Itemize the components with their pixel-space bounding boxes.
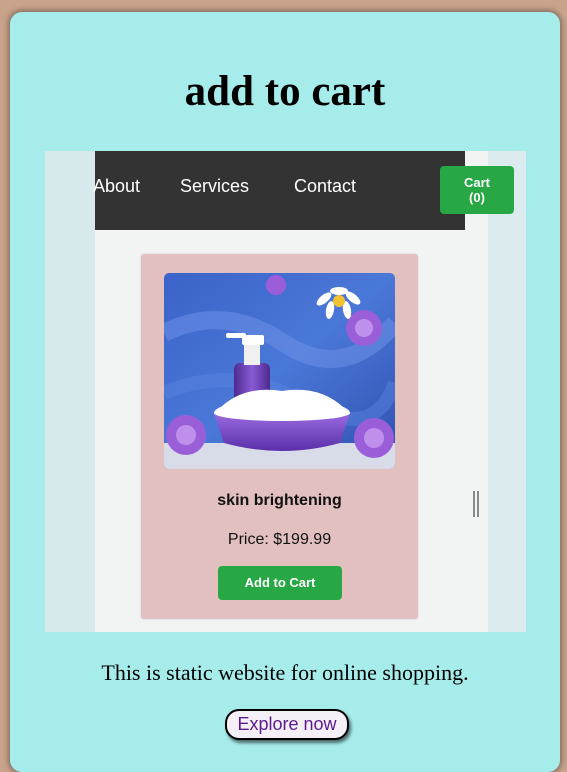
description-text: This is static website for online shoppi… xyxy=(101,660,469,685)
cream-jar-image xyxy=(164,273,395,469)
nav-link-contact[interactable]: Contact xyxy=(294,176,356,197)
main-card: add to cart About Services Contact Cart … xyxy=(10,12,560,772)
add-to-cart-button[interactable]: Add to Cart xyxy=(218,566,342,600)
explore-button[interactable]: Explore now xyxy=(225,709,349,740)
cart-button-label: Cart xyxy=(463,175,490,190)
website-preview: About Services Contact Cart (0) skin bri… xyxy=(45,151,526,632)
resize-handle-icon[interactable] xyxy=(473,491,479,517)
cart-count: (0) xyxy=(469,190,485,205)
nav-link-about[interactable]: About xyxy=(93,176,140,197)
page-title: add to cart xyxy=(184,68,386,115)
nav-link-services[interactable]: Services xyxy=(180,176,249,197)
preview-navbar: About Services Contact Cart (0) xyxy=(93,151,514,230)
product-name: skin brightening xyxy=(217,492,342,509)
product-price: Price: $199.99 xyxy=(227,531,332,548)
preview-side-strip xyxy=(488,151,526,632)
product-card: skin brightening Price: $199.99 Add to C… xyxy=(141,254,418,619)
cart-button[interactable]: Cart (0) xyxy=(440,166,514,214)
